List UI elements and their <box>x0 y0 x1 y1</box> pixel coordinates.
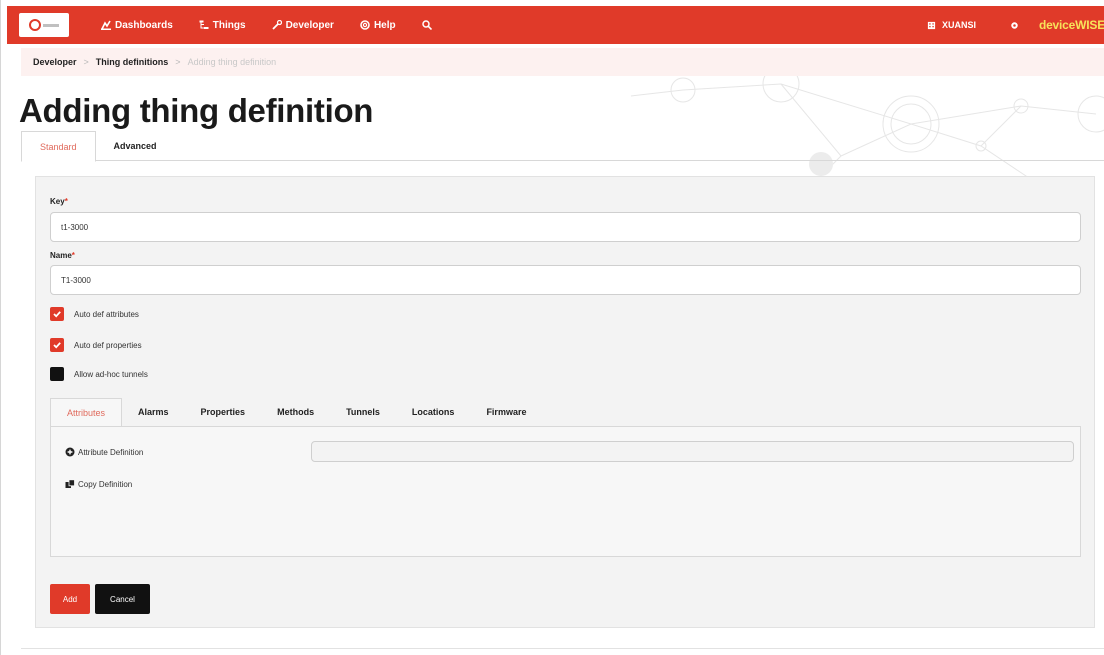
nav-things-label: Things <box>212 19 246 31</box>
nav-developer[interactable]: Developer <box>271 19 334 31</box>
auto-def-attributes-label: Auto def attributes <box>74 309 139 319</box>
devicewise-brand: deviceWISE <box>1039 18 1104 32</box>
key-label-text: Key <box>50 197 65 206</box>
auto-def-properties-label: Auto def properties <box>74 340 142 350</box>
tab-tunnels[interactable]: Tunnels <box>330 398 396 426</box>
logo-knot-icon <box>29 19 41 31</box>
check-icon <box>53 311 61 318</box>
help-icon <box>360 20 370 30</box>
search-icon <box>421 20 432 30</box>
add-attribute-definition-button[interactable]: Attribute Definition <box>65 447 143 457</box>
form-panel: Key* t1-3000 Name* T1-3000 Auto def attr… <box>35 176 1095 628</box>
nav-dashboards[interactable]: Dashboards <box>101 20 173 31</box>
tab-properties[interactable]: Properties <box>185 398 262 426</box>
nav-things[interactable]: Things <box>199 20 246 31</box>
tab-firmware[interactable]: Firmware <box>470 398 542 426</box>
breadcrumb-separator: > <box>83 57 89 67</box>
sitemap-icon <box>199 20 209 29</box>
copy-definition-button[interactable]: Copy Definition <box>65 479 132 489</box>
chart-icon <box>101 20 111 30</box>
nav-help[interactable]: Help <box>360 20 396 31</box>
wrench-icon <box>271 20 282 30</box>
brand-part1: device <box>1038 18 1076 32</box>
add-button[interactable]: Add <box>50 584 90 614</box>
top-nav: Dashboards Things Developer Help XUANSI … <box>7 6 1104 44</box>
auto-def-attributes-row: Auto def attributes <box>50 307 139 321</box>
gear-icon <box>1011 21 1018 29</box>
attribute-definition-input[interactable] <box>311 441 1074 462</box>
key-field-value: t1-3000 <box>61 222 89 232</box>
nav-user[interactable]: XUANSI <box>927 20 976 30</box>
tab-attributes[interactable]: Attributes <box>50 398 123 427</box>
tab-standard[interactable]: Standard <box>21 131 96 162</box>
nav-help-label: Help <box>373 19 396 31</box>
auto-def-properties-checkbox[interactable] <box>50 338 64 352</box>
tab-alarms[interactable]: Alarms <box>122 398 185 426</box>
name-required-mark: * <box>71 251 75 260</box>
tab-advanced[interactable]: Advanced <box>96 131 175 161</box>
key-field[interactable]: t1-3000 <box>50 212 1081 242</box>
building-icon <box>927 21 936 29</box>
copy-definition-label: Copy Definition <box>78 479 133 489</box>
check-icon <box>53 342 61 349</box>
top-tabs: Standard Advanced <box>21 131 1104 162</box>
add-attribute-definition-label: Attribute Definition <box>78 447 144 457</box>
tab-methods[interactable]: Methods <box>261 398 330 426</box>
name-label: Name* <box>50 251 75 260</box>
content-bottom-border <box>21 648 1104 649</box>
definition-tabs: Attributes Alarms Properties Methods Tun… <box>50 398 1081 427</box>
breadcrumb-current: Adding thing definition <box>187 57 277 67</box>
breadcrumb-separator: > <box>175 57 181 67</box>
name-label-text: Name <box>50 251 72 260</box>
copy-icon <box>65 479 75 488</box>
breadcrumb-thing-definitions[interactable]: Thing definitions <box>96 57 169 67</box>
tab-locations[interactable]: Locations <box>396 398 471 426</box>
nav-developer-label: Developer <box>285 19 334 31</box>
auto-def-properties-row: Auto def properties <box>50 338 142 352</box>
nav-search[interactable] <box>421 20 432 30</box>
key-required-mark: * <box>64 197 68 206</box>
page-title: Adding thing definition <box>19 92 374 129</box>
allow-adhoc-tunnels-checkbox[interactable] <box>50 367 64 381</box>
allow-adhoc-tunnels-label: Allow ad-hoc tunnels <box>74 369 148 379</box>
auto-def-attributes-checkbox[interactable] <box>50 307 64 321</box>
logo-bar <box>43 23 59 27</box>
cancel-button[interactable]: Cancel <box>95 584 150 614</box>
page: Dashboards Things Developer Help XUANSI … <box>0 0 1104 655</box>
plus-circle-icon <box>65 447 75 457</box>
nav-dashboards-label: Dashboards <box>115 19 173 31</box>
allow-adhoc-tunnels-row: Allow ad-hoc tunnels <box>50 367 148 381</box>
brand-part2: WISE <box>1075 18 1104 32</box>
attributes-tab-content: Attribute Definition Copy Definition <box>50 426 1081 557</box>
name-field[interactable]: T1-3000 <box>50 265 1081 295</box>
breadcrumb: Developer > Thing definitions > Adding t… <box>21 48 1104 76</box>
key-label: Key* <box>50 197 68 206</box>
name-field-value: T1-3000 <box>61 275 91 285</box>
breadcrumb-developer[interactable]: Developer <box>33 57 77 67</box>
user-name: XUANSI <box>941 20 976 30</box>
company-logo[interactable] <box>19 13 69 37</box>
settings-button[interactable] <box>1010 21 1019 30</box>
